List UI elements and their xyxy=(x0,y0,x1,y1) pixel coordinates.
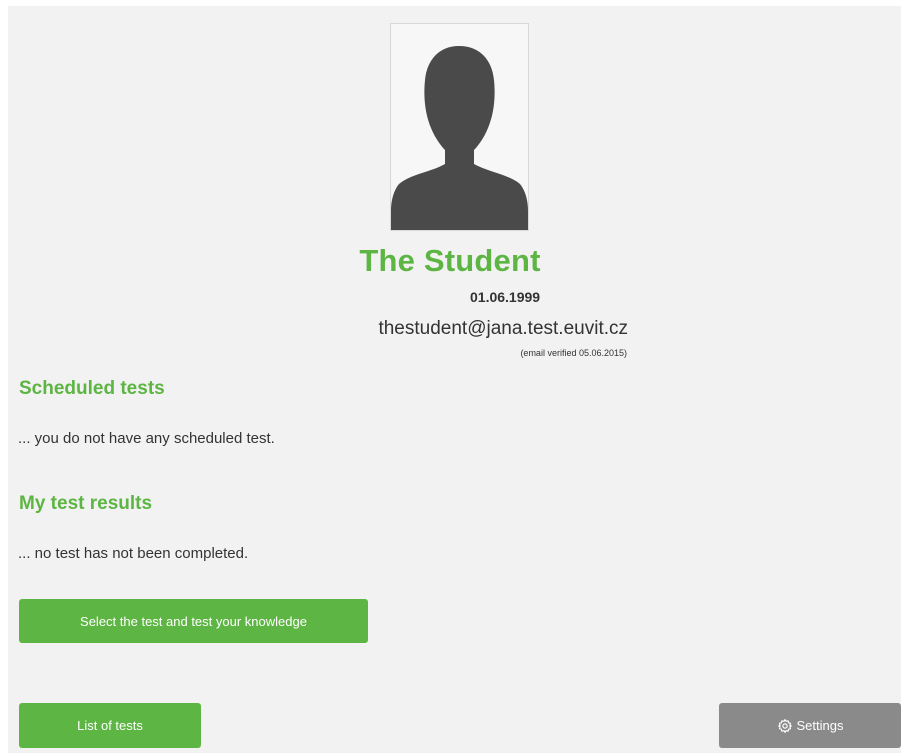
email-address: thestudent@jana.test.euvit.cz xyxy=(378,318,628,339)
person-silhouette-icon xyxy=(391,46,528,230)
test-results-empty-text: ... no test has not been completed. xyxy=(18,545,249,562)
select-test-button[interactable]: Select the test and test your knowledge xyxy=(19,599,368,643)
list-of-tests-button[interactable]: List of tests xyxy=(19,703,201,748)
birth-date: 01.06.1999 xyxy=(470,289,541,305)
scheduled-tests-title: Scheduled tests xyxy=(19,378,165,399)
email-verified-note: (email verified 05.06.2015) xyxy=(520,348,627,358)
list-of-tests-button-label: List of tests xyxy=(77,718,143,733)
gear-icon xyxy=(777,718,793,734)
test-results-title: My test results xyxy=(19,493,153,514)
student-name: The Student xyxy=(359,243,541,278)
settings-button[interactable]: Settings xyxy=(719,703,901,748)
settings-button-label: Settings xyxy=(796,718,844,733)
profile-panel: The Student 01.06.1999 thestudent@jana.t… xyxy=(8,6,901,753)
scheduled-tests-empty-text: ... you do not have any scheduled test. xyxy=(18,430,275,447)
profile-photo xyxy=(390,23,529,231)
select-test-button-label: Select the test and test your knowledge xyxy=(80,613,307,629)
